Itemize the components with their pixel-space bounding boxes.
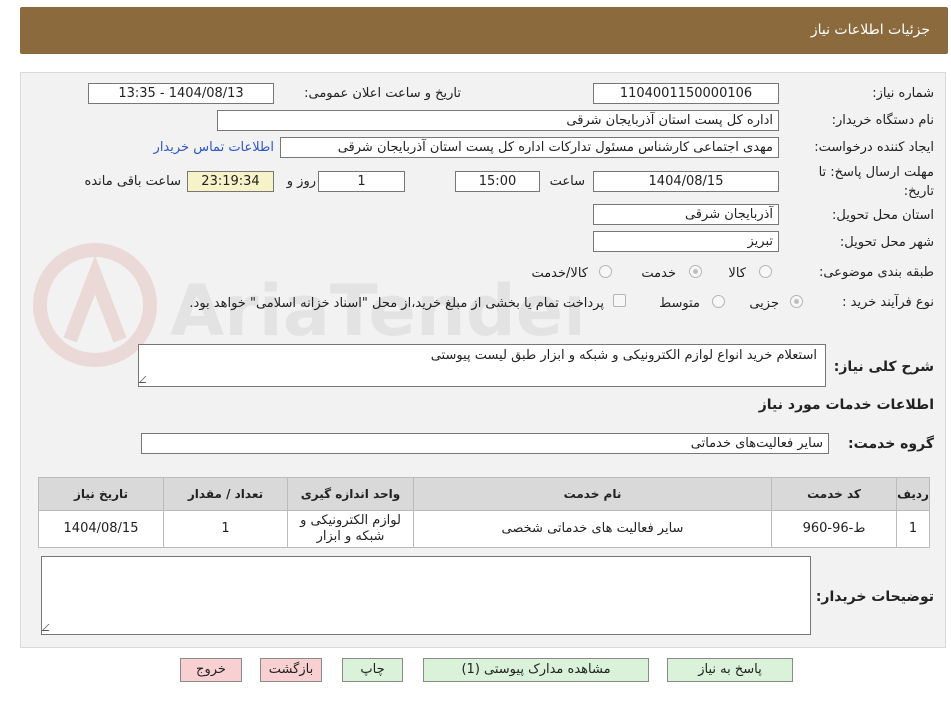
- service-group-field: سایر فعالیت‌های خدماتی: [141, 433, 829, 454]
- days-field: 1: [318, 171, 405, 192]
- cell-unit: لوازم الکترونیکی و شبکه و ابزار: [287, 510, 414, 548]
- category-radio-goods[interactable]: [759, 265, 772, 278]
- need-number-label: شماره نیاز:: [872, 86, 934, 101]
- remaining-label: ساعت باقی مانده: [84, 174, 181, 189]
- buyer-contact-link[interactable]: اطلاعات تماس خریدار: [154, 138, 274, 158]
- category-option-service: خدمت: [641, 266, 676, 281]
- need-number-field: 1104001150000106: [593, 83, 779, 104]
- services-section-title: اطلاعات خدمات مورد نیاز: [758, 397, 934, 413]
- payment-note: پرداخت تمام یا بخشی از مبلغ خرید،از محل …: [189, 296, 604, 311]
- category-radio-goods-service[interactable]: [599, 265, 612, 278]
- resize-grip-icon[interactable]: [138, 376, 153, 383]
- exit-button[interactable]: خروج: [180, 658, 242, 682]
- page-title: جزئیات اطلاعات نیاز: [810, 22, 930, 38]
- deadline-label-line2: تاریخ:: [903, 184, 934, 199]
- province-field: آذربایجان شرقی: [593, 204, 779, 225]
- description-textarea[interactable]: استعلام خرید انواع لوازم الکترونیکی و شب…: [138, 344, 826, 387]
- reply-button[interactable]: پاسخ به نیاز: [667, 658, 793, 682]
- cell-row-number: 1: [896, 510, 930, 548]
- column-header-service-code: کد خدمت: [771, 477, 897, 511]
- column-header-row-number: ردیف: [896, 477, 930, 511]
- process-option-minor: جزیی: [749, 296, 779, 311]
- description-label: شرح کلی نیاز:: [833, 359, 934, 375]
- category-option-goods: کالا: [728, 266, 746, 281]
- announce-label: تاریخ و ساعت اعلان عمومی:: [304, 86, 461, 101]
- treasury-checkbox[interactable]: [613, 294, 626, 307]
- resize-grip-icon[interactable]: [41, 624, 56, 631]
- deadline-label: مهلت ارسال پاسخ: تا: [818, 165, 934, 180]
- watermark-a-icon: [63, 255, 127, 343]
- column-header-unit: واحد اندازه گیری: [287, 477, 414, 511]
- process-radio-medium[interactable]: [712, 295, 725, 308]
- column-header-quantity: تعداد / مقدار: [163, 477, 288, 511]
- city-field: تبریز: [593, 231, 779, 252]
- process-option-medium: متوسط: [659, 296, 700, 311]
- service-group-label: گروه خدمت:: [848, 436, 934, 452]
- requester-label: ایجاد کننده درخواست:: [814, 140, 934, 155]
- buyer-notes-textarea[interactable]: [41, 556, 811, 635]
- requester-field: مهدی اجتماعی کارشناس مسئول تدارکات اداره…: [280, 137, 779, 158]
- remaining-time-field: 23:19:34: [187, 171, 274, 192]
- table-header-row: ردیف کد خدمت نام خدمت واحد اندازه گیری ت…: [38, 477, 930, 511]
- province-label: استان محل تحویل:: [832, 208, 934, 223]
- days-label: روز و: [286, 174, 316, 189]
- buyer-org-field: اداره کل پست استان آذربایجان شرقی: [217, 110, 779, 131]
- process-radio-minor[interactable]: [790, 295, 803, 308]
- buyer-notes-label: توضیحات خریدار:: [815, 589, 934, 605]
- back-button[interactable]: بازگشت: [260, 658, 322, 682]
- cell-service-name: سایر فعالیت های خدماتی شخصی: [413, 510, 772, 548]
- deadline-date-field: 1404/08/15: [593, 171, 779, 192]
- category-label: طبقه بندی موضوعی:: [818, 265, 934, 280]
- print-button[interactable]: چاپ: [342, 658, 403, 682]
- cell-quantity: 1: [163, 510, 288, 548]
- services-table: ردیف کد خدمت نام خدمت واحد اندازه گیری ت…: [38, 477, 930, 548]
- column-header-need-date: تاریخ نیاز: [38, 477, 164, 511]
- view-attachments-button[interactable]: مشاهده مدارک پیوستی (1): [423, 658, 649, 682]
- buyer-org-label: نام دستگاه خریدار:: [831, 113, 934, 128]
- category-option-goods-service: کالا/خدمت: [531, 266, 588, 281]
- announce-field: 1404/08/13 - 13:35: [88, 83, 274, 104]
- column-header-service-name: نام خدمت: [413, 477, 772, 511]
- cell-service-code: ط-96-960: [771, 510, 897, 548]
- page-header: جزئیات اطلاعات نیاز: [20, 7, 948, 54]
- deadline-time-label: ساعت: [549, 174, 585, 189]
- category-radio-service[interactable]: [689, 265, 702, 278]
- process-label: نوع فرآیند خرید :: [842, 295, 934, 310]
- city-label: شهر محل تحویل:: [839, 235, 934, 250]
- cell-need-date: 1404/08/15: [38, 510, 164, 548]
- table-row: 1 ط-96-960 سایر فعالیت های خدماتی شخصی ل…: [38, 510, 930, 548]
- deadline-time-field: 15:00: [455, 171, 540, 192]
- description-text: استعلام خرید انواع لوازم الکترونیکی و شب…: [430, 348, 817, 363]
